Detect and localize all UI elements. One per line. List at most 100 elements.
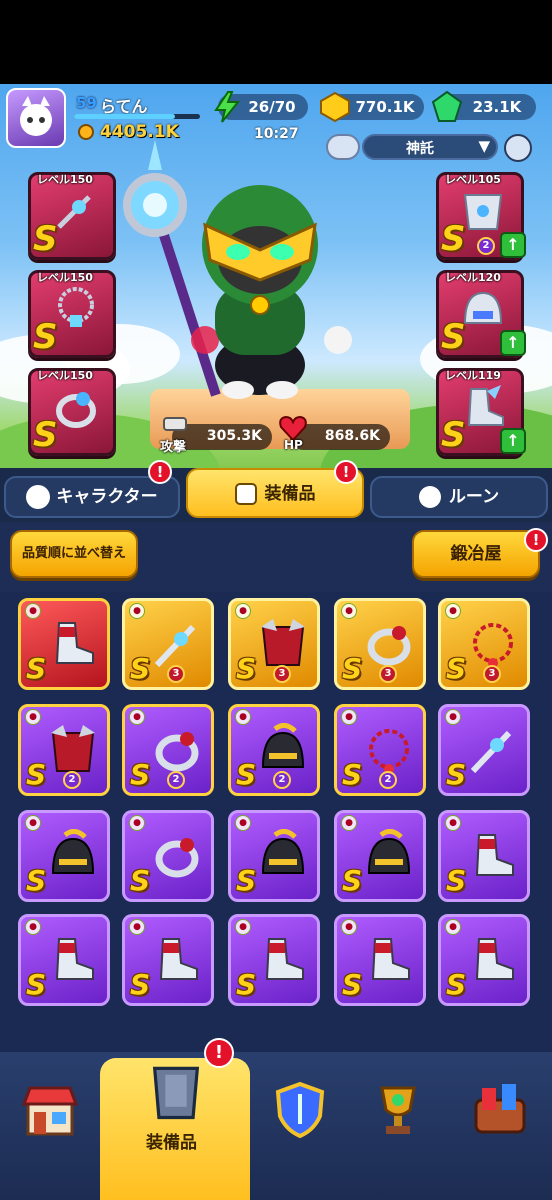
stack-count: 3 <box>273 665 291 683</box>
grade-label: S <box>130 758 151 791</box>
slot-weapon[interactable]: レベル150 S <box>28 172 116 260</box>
slot-type-icon: ● <box>235 919 251 935</box>
slot-level-label: レベル150 <box>37 369 93 382</box>
slot-ring[interactable]: レベル150 S <box>28 368 116 456</box>
armor-tab-icon <box>234 483 257 505</box>
inventory-item[interactable]: ● S 2 <box>228 704 320 796</box>
grade-label: S <box>236 864 257 897</box>
upgrade-arrow-icon[interactable]: ↑ <box>500 232 526 258</box>
grade-label: S <box>441 415 466 455</box>
inventory-item[interactable]: ● S <box>18 914 110 1006</box>
boots-icon <box>475 834 514 876</box>
inventory-item[interactable]: ● S 3 <box>334 598 426 690</box>
inventory-item[interactable]: ● S <box>228 914 320 1006</box>
inventory-item[interactable]: ● S <box>122 914 214 1006</box>
grade-label: S <box>342 968 363 1001</box>
avatar[interactable] <box>6 88 66 148</box>
inventory-item[interactable]: ● S <box>334 810 426 902</box>
slot-necklace[interactable]: レベル150 S <box>28 270 116 358</box>
inventory-item[interactable]: ● S 2 <box>122 704 214 796</box>
tab-character-label: キャラクター <box>56 487 158 507</box>
slot-type-icon: ● <box>341 603 357 619</box>
slot-type-icon: ● <box>341 919 357 935</box>
grade-label: S <box>446 758 467 791</box>
slot-type-icon: ● <box>445 815 461 831</box>
slot-type-icon: ● <box>341 709 357 725</box>
inventory-item[interactable]: ● S <box>438 914 530 1006</box>
inventory-item[interactable]: ● S <box>334 914 426 1006</box>
inventory-item[interactable]: ● S <box>122 810 214 902</box>
weapon-icon <box>470 730 512 774</box>
grade-label: S <box>26 758 47 791</box>
slot-type-icon: ● <box>25 919 41 935</box>
slot-type-icon: ● <box>129 603 145 619</box>
alert-badge: ! <box>524 528 548 552</box>
hero-character[interactable] <box>110 140 380 400</box>
inventory-item[interactable]: ● S 3 <box>438 598 530 690</box>
weapon-icon <box>57 195 91 229</box>
inventory-item[interactable]: ● S 2 <box>18 704 110 796</box>
power-icon <box>78 124 94 140</box>
slot-type-icon: ● <box>129 815 145 831</box>
inventory-item[interactable]: ● S 3 <box>122 598 214 690</box>
grade-label: S <box>26 652 47 685</box>
clock: 10:27 <box>254 126 299 142</box>
grade-label: S <box>342 758 363 791</box>
helmet-icon <box>51 829 95 874</box>
edit-icon[interactable] <box>504 134 532 162</box>
title-select-value: 神託 <box>406 141 434 157</box>
player-power: 4405.1K <box>100 122 179 142</box>
slot-type-icon: ● <box>25 603 41 619</box>
title-select[interactable]: 神託 ▼ <box>362 134 498 160</box>
hp-label: HP <box>284 438 303 452</box>
trophy-icon[interactable] <box>368 1080 428 1140</box>
forge-button[interactable]: 鍛冶屋 <box>412 530 540 578</box>
grade-label: S <box>33 317 58 357</box>
player-level: 59 <box>76 94 97 112</box>
inventory-item[interactable]: ● S <box>438 704 530 796</box>
stack-count: 2 <box>167 771 185 789</box>
helmet-icon <box>261 829 305 874</box>
inventory-item[interactable]: ● S <box>18 810 110 902</box>
grade-label: S <box>26 864 47 897</box>
inventory-item[interactable]: ● S 3 <box>228 598 320 690</box>
slot-type-icon: ● <box>235 815 251 831</box>
attack-value: 305.3K <box>206 428 262 444</box>
shield-icon[interactable] <box>270 1080 330 1140</box>
boots-icon <box>475 938 514 980</box>
necklace-icon <box>58 287 94 327</box>
tab-equipment-label: 装備品 <box>264 484 316 504</box>
slot-type-icon: ● <box>445 603 461 619</box>
alert-badge: ! <box>148 460 172 484</box>
inventory-item[interactable]: ● S <box>18 598 110 690</box>
slot-type-icon: ● <box>25 815 41 831</box>
grade-label: S <box>441 219 466 259</box>
inventory-item[interactable]: ● S <box>228 810 320 902</box>
tab-rune[interactable]: ルーン <box>370 476 548 518</box>
tab-rune-label: ルーン <box>448 487 500 507</box>
boots-icon <box>265 938 304 980</box>
slot-level-label: レベル150 <box>37 173 93 186</box>
sort-button-label: 品質順に並べ替え <box>21 546 126 561</box>
equipment-icon[interactable] <box>144 1062 208 1126</box>
alert-badge: ! <box>334 460 358 484</box>
grade-label: S <box>446 652 467 685</box>
slot-type-icon: ● <box>129 709 145 725</box>
top-hud: 59 らてん 4405.1K 26/70 770.1K 23.1K 10:27 … <box>0 84 552 162</box>
xp-bar <box>74 114 200 119</box>
gem-icon <box>431 90 463 122</box>
boots-icon <box>159 938 198 980</box>
inventory-item[interactable]: ● S 2 <box>334 704 426 796</box>
slot-type-icon: ● <box>445 709 461 725</box>
upgrade-arrow-icon[interactable]: ↑ <box>500 330 526 356</box>
stack-count: 2 <box>273 771 291 789</box>
upgrade-arrow-icon[interactable]: ↑ <box>500 428 526 454</box>
event-icon[interactable] <box>470 1080 530 1140</box>
gem-value: 23.1K <box>472 98 522 116</box>
energy-icon <box>214 91 241 123</box>
grade-label: S <box>441 317 466 357</box>
sort-button[interactable]: 品質順に並べ替え <box>10 530 138 578</box>
inventory-item[interactable]: ● S <box>438 810 530 902</box>
shop-icon[interactable] <box>20 1080 80 1140</box>
boots-icon <box>55 938 94 980</box>
